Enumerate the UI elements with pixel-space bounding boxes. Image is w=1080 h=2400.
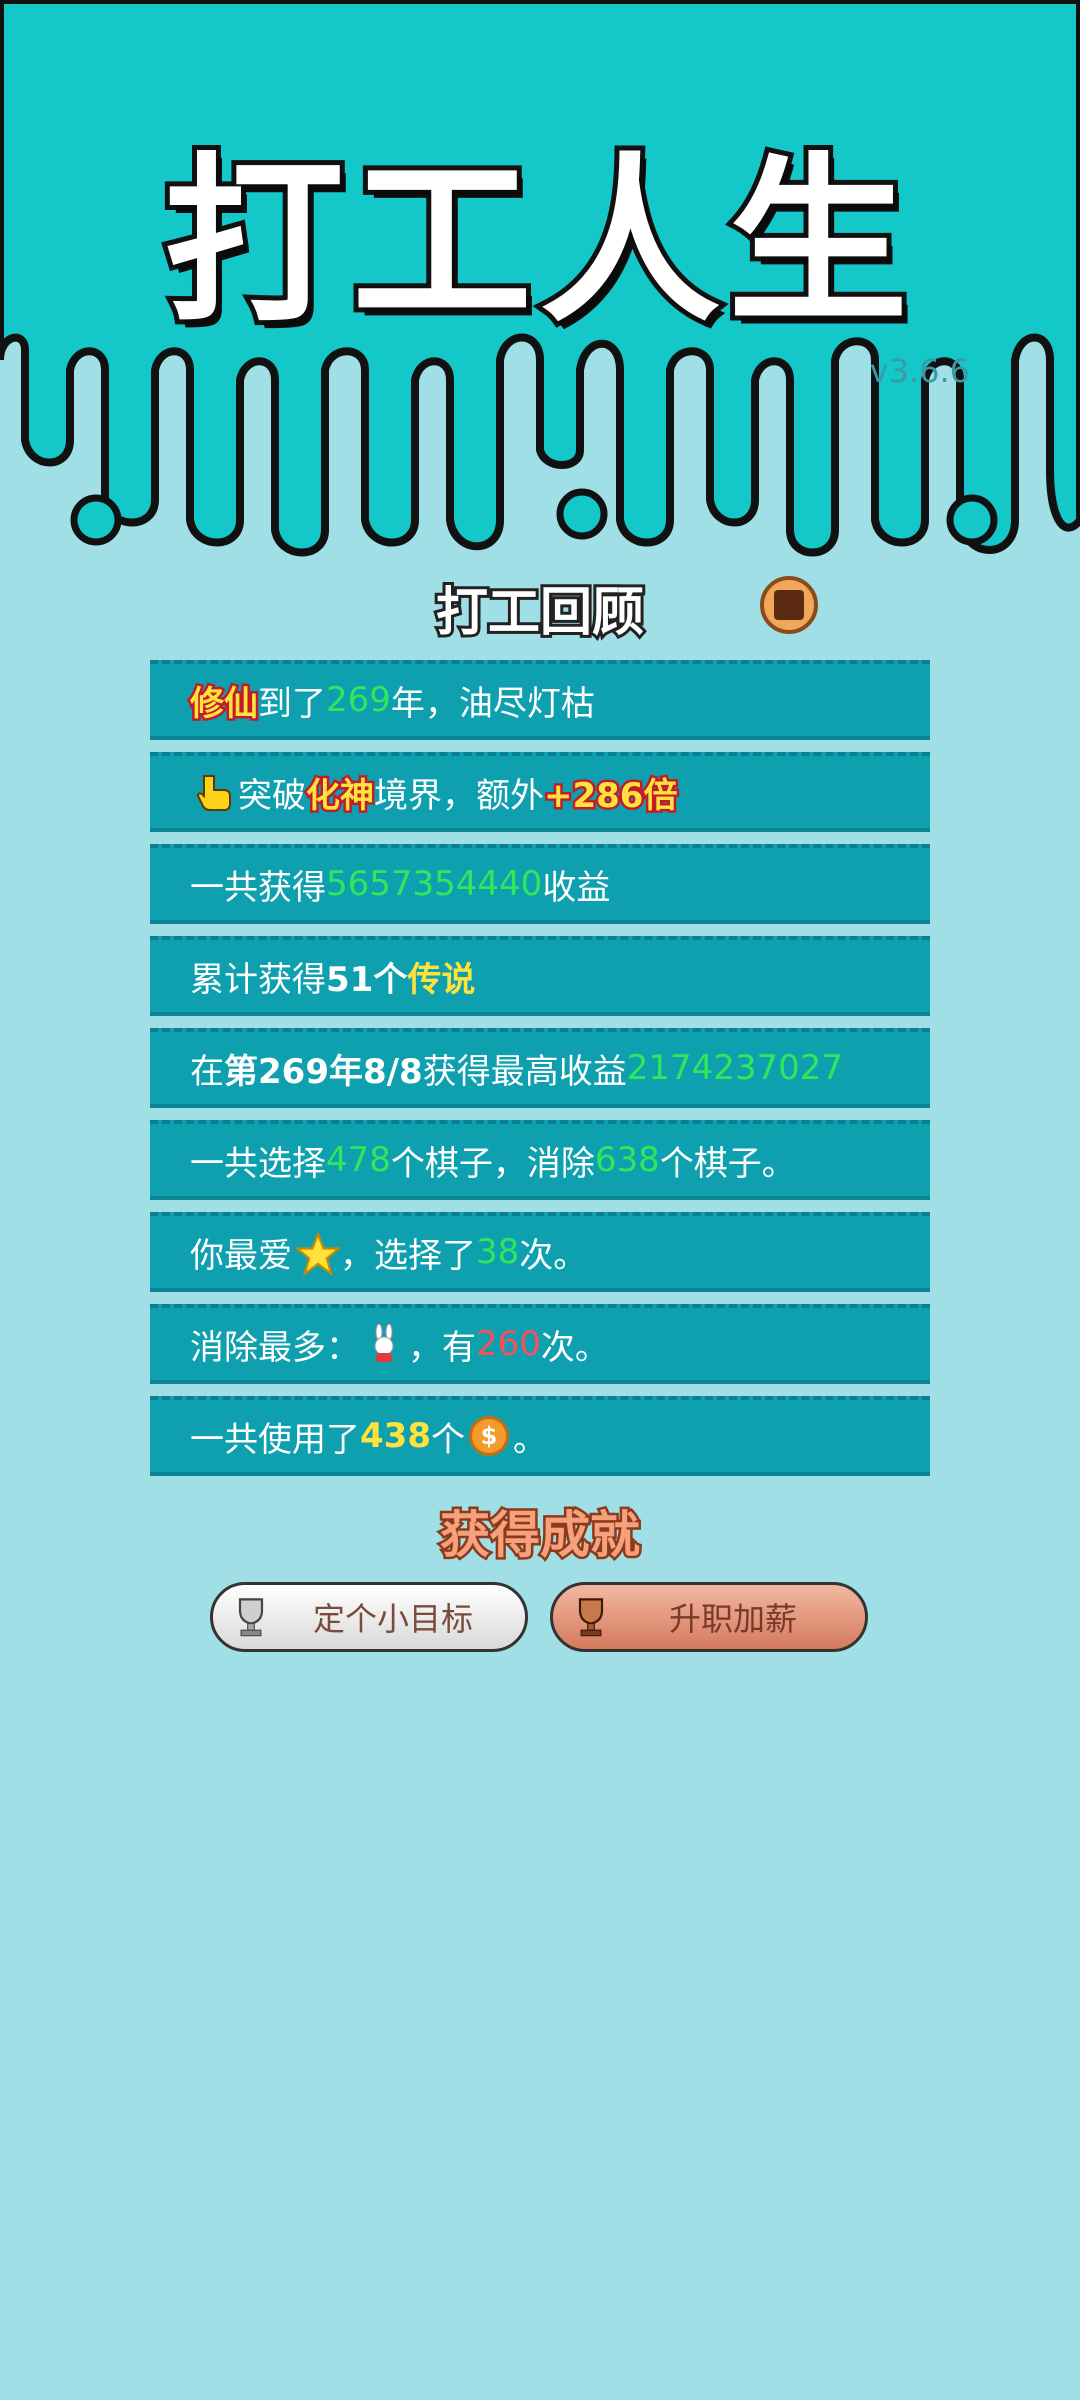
- row-text: 你最爱: [190, 1235, 292, 1276]
- legend-count: 51个: [326, 959, 408, 1000]
- list-item: 在 第269年8/8 获得最高收益 2174237027: [150, 1028, 930, 1108]
- list-item: 你最爱 ，选择了 38 次。: [150, 1212, 930, 1292]
- review-heading: 打工回顾: [433, 580, 647, 646]
- row-text: 个棋子，消除: [390, 1143, 595, 1184]
- achievement-button-promotion[interactable]: 升职加薪: [550, 1582, 868, 1652]
- bonus-value: +286倍: [541, 773, 679, 818]
- list-item: 一共获得 5657354440 收益: [150, 844, 930, 924]
- list-item: 突破 化神 境界，额外 +286倍: [150, 752, 930, 832]
- row-text: 次。: [519, 1235, 588, 1276]
- badge-icon[interactable]: [760, 576, 818, 634]
- rabbit-icon: [364, 1323, 404, 1364]
- star-icon: [294, 1231, 342, 1277]
- game-title: 打工人生: [159, 133, 916, 352]
- coin-icon: $: [468, 1416, 509, 1456]
- row-text: 境界，额外: [374, 775, 544, 816]
- list-item: 一共使用了 438 个 $ 。: [150, 1396, 930, 1476]
- version-label: v3.6.6: [869, 352, 970, 390]
- row-text: 个棋子。: [659, 1143, 796, 1184]
- row-text: 次。: [540, 1327, 609, 1368]
- most-eliminated-count: 260: [476, 1324, 541, 1364]
- total-income-value: 5657354440: [326, 864, 543, 904]
- row-text: 到了: [258, 683, 326, 724]
- row-text: 在: [190, 1051, 224, 1092]
- row-text: 一共选择: [190, 1143, 326, 1184]
- row-text: 消除最多：: [190, 1327, 360, 1368]
- list-item: 一共选择 478 个棋子，消除 638 个棋子。: [150, 1120, 930, 1200]
- achievement-button-label: 升职加薪: [668, 1600, 797, 1638]
- row-text: 获得最高收益: [422, 1051, 627, 1092]
- cultivation-label: 修仙: [188, 681, 261, 726]
- row-text: 个: [430, 1419, 465, 1460]
- realm-label: 化神: [304, 773, 377, 818]
- row-text: 一共获得: [190, 867, 326, 908]
- row-text: ，有: [408, 1327, 476, 1368]
- best-date: 第269年8/8: [224, 1051, 423, 1092]
- silver-trophy-icon: [225, 1591, 277, 1643]
- legend-label: 传说: [407, 959, 476, 1000]
- bronze-trophy-icon: [565, 1591, 617, 1643]
- review-list: 修仙 到了 269 年，油尽灯枯 突破 化神 境界，额外 +286倍 一共获得 …: [150, 660, 930, 1488]
- row-text: 一共使用了: [190, 1419, 360, 1460]
- achievement-button-label: 定个小目标: [312, 1600, 473, 1638]
- header-banner: 打工人生 v3.6.6: [0, 0, 1080, 560]
- max-income-value: 2174237027: [626, 1048, 844, 1088]
- row-text: ，选择了: [340, 1235, 476, 1276]
- eliminated-count: 638: [594, 1140, 660, 1180]
- years-value: 269: [326, 680, 391, 720]
- pointing-hand-icon: [194, 772, 234, 812]
- list-item: 消除最多： ，有 260 次。: [150, 1304, 930, 1384]
- achievements-heading: 获得成就: [438, 1504, 643, 1567]
- row-text: 。: [512, 1419, 547, 1460]
- favorite-count: 38: [476, 1232, 520, 1272]
- row-text: 收益: [542, 867, 611, 908]
- list-item: 修仙 到了 269 年，油尽灯枯: [150, 660, 930, 740]
- coins-used-count: 438: [360, 1416, 431, 1456]
- achievement-button-small-goal[interactable]: 定个小目标: [210, 1582, 528, 1652]
- row-text: 突破: [238, 775, 306, 816]
- row-text: 年，油尽灯枯: [390, 683, 595, 724]
- list-item: 累计获得 51个 传说: [150, 936, 930, 1016]
- chosen-count: 478: [326, 1140, 391, 1180]
- row-text: 累计获得: [190, 959, 326, 1000]
